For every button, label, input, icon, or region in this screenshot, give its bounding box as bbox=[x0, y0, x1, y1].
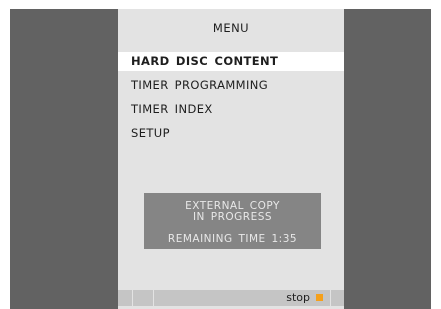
stop-square-icon[interactable] bbox=[316, 294, 323, 301]
menu-item-hard-disc-content[interactable]: HARD DISC CONTENT bbox=[118, 52, 344, 71]
stop-label[interactable]: stop bbox=[286, 291, 310, 304]
menu-title: MENU bbox=[212, 21, 250, 35]
menu-item-timer-programming[interactable]: TIMER PROGRAMMING bbox=[118, 76, 344, 95]
dialog-line-in-progress: IN PROGRESS bbox=[192, 211, 273, 223]
bottom-bar-segment bbox=[118, 290, 133, 306]
dialog-remaining-time: REMAINING TIME 1:35 bbox=[167, 233, 298, 245]
menu-item-timer-index[interactable]: TIMER INDEX bbox=[118, 100, 344, 119]
bottom-bar-divider bbox=[330, 290, 331, 306]
menu-panel: MENU HARD DISC CONTENT TIMER PROGRAMMING… bbox=[118, 9, 344, 309]
menu-item-setup[interactable]: SETUP bbox=[118, 124, 344, 143]
menu-list: HARD DISC CONTENT TIMER PROGRAMMING TIME… bbox=[118, 52, 344, 148]
bottom-bar-segment bbox=[133, 290, 154, 306]
bottom-bar: stop bbox=[118, 290, 344, 306]
copy-progress-dialog: EXTERNAL COPY IN PROGRESS REMAINING TIME… bbox=[144, 193, 321, 249]
